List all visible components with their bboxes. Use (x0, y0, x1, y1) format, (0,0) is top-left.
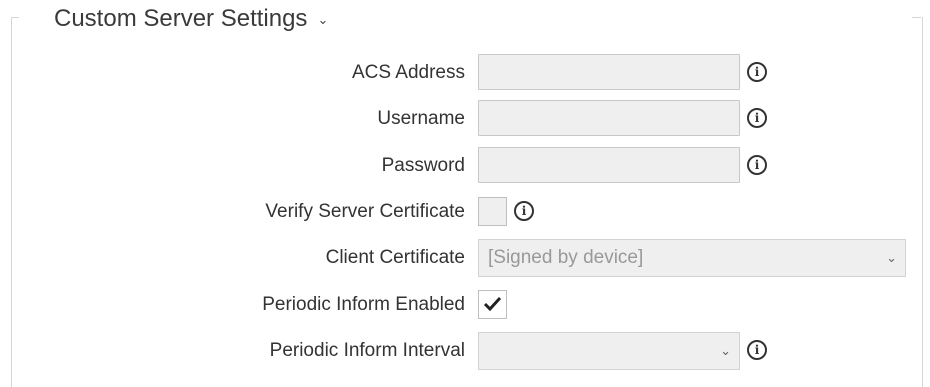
frame-corner-left (11, 17, 19, 18)
info-icon[interactable]: i (514, 201, 534, 221)
password-row: Password i (0, 147, 930, 185)
chevron-down-icon: ⌄ (317, 12, 329, 27)
periodic-enabled-label: Periodic Inform Enabled (262, 294, 465, 315)
section-header[interactable]: Custom Server Settings ⌄ (54, 4, 335, 34)
frame-corner-right (912, 17, 921, 18)
password-label: Password (381, 155, 465, 176)
password-input[interactable] (478, 147, 740, 183)
periodic-interval-row: Periodic Inform Interval ⌄ i (0, 332, 930, 370)
acs-address-row: ACS Address i (0, 54, 930, 92)
info-icon[interactable]: i (747, 108, 767, 128)
info-icon[interactable]: i (747, 155, 767, 175)
verify-cert-checkbox[interactable] (478, 197, 507, 226)
verify-cert-row: Verify Server Certificate i (0, 193, 930, 231)
acs-address-input[interactable] (478, 54, 740, 90)
periodic-interval-select[interactable]: ⌄ (478, 332, 740, 370)
client-cert-value: [Signed by device] (488, 247, 644, 268)
periodic-enabled-row: Periodic Inform Enabled (0, 286, 930, 324)
client-cert-row: Client Certificate [Signed by device] ⌄ (0, 239, 930, 277)
acs-address-label: ACS Address (352, 62, 465, 83)
info-icon[interactable]: i (747, 62, 767, 82)
client-cert-label: Client Certificate (325, 247, 465, 268)
section-title: Custom Server Settings (54, 5, 308, 32)
verify-cert-label: Verify Server Certificate (265, 201, 465, 222)
info-icon[interactable]: i (747, 340, 767, 360)
chevron-down-icon: ⌄ (720, 343, 731, 358)
client-cert-select[interactable]: [Signed by device] ⌄ (478, 239, 906, 277)
username-label: Username (377, 108, 465, 129)
chevron-down-icon: ⌄ (886, 250, 897, 265)
checkmark-icon (483, 296, 502, 312)
periodic-interval-label: Periodic Inform Interval (269, 340, 465, 361)
username-row: Username i (0, 100, 930, 138)
username-input[interactable] (478, 100, 740, 136)
periodic-enabled-checkbox[interactable] (478, 290, 507, 319)
